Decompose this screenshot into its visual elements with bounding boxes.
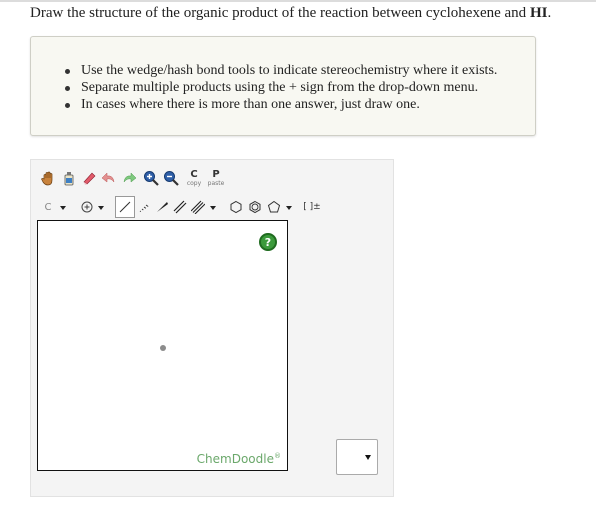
paste-button[interactable]: P paste: [207, 166, 225, 190]
product-separator-select[interactable]: [336, 439, 378, 475]
question-prefix: Draw the structure of the organic produc…: [30, 5, 530, 21]
hand-pan-icon[interactable]: [39, 168, 57, 188]
question-suffix: .: [547, 5, 552, 21]
element-carbon-button[interactable]: C: [39, 197, 57, 217]
instruction-item: In cases where there is more than one an…: [63, 96, 497, 113]
question-reagent: HI: [529, 5, 548, 21]
hash-bond-tool[interactable]: [135, 197, 153, 217]
single-bond-tool[interactable]: [115, 196, 135, 218]
eraser-icon[interactable]: [80, 168, 98, 188]
charge-dropdown-icon[interactable]: [98, 206, 104, 210]
zoom-out-icon[interactable]: [162, 168, 180, 188]
question-text: Draw the structure of the organic produc…: [30, 4, 590, 22]
copy-letter: C: [190, 168, 198, 180]
instruction-item: Separate multiple products using the + s…: [63, 79, 497, 96]
paste-label: paste: [207, 179, 225, 187]
triple-bond-tool[interactable]: [189, 197, 207, 217]
element-label: C: [44, 201, 52, 213]
wedge-bond-tool[interactable]: [153, 197, 171, 217]
paste-letter: P: [212, 168, 220, 180]
drawing-canvas[interactable]: ? ChemDoodle®: [37, 220, 288, 471]
lasso-select-icon[interactable]: [60, 168, 78, 188]
element-dropdown-icon[interactable]: [60, 206, 66, 210]
brand-mark: ®: [274, 452, 281, 460]
instructions-list: Use the wedge/hash bond tools to indicat…: [63, 62, 497, 113]
top-divider: [0, 0, 596, 2]
brand-text: ChemDoodle: [196, 452, 274, 466]
copy-label: copy: [186, 179, 202, 187]
ring-dropdown-icon[interactable]: [286, 206, 292, 210]
copy-button[interactable]: C copy: [185, 166, 203, 190]
bond-dropdown-icon[interactable]: [210, 206, 216, 210]
chevron-down-icon: [365, 455, 371, 460]
help-icon[interactable]: ?: [259, 233, 277, 251]
charge-plus-icon[interactable]: [78, 197, 96, 217]
chemdoodle-brand: ChemDoodle®: [197, 452, 281, 466]
zoom-in-icon[interactable]: [142, 168, 160, 188]
cyclopentane-ring-icon[interactable]: [265, 197, 283, 217]
benzene-ring-icon[interactable]: [246, 197, 264, 217]
undo-icon[interactable]: [100, 168, 118, 188]
redo-icon[interactable]: [120, 168, 138, 188]
canvas-cursor-dot: [160, 345, 166, 351]
bracket-label: [ ]±: [303, 202, 321, 212]
instructions-panel: Use the wedge/hash bond tools to indicat…: [30, 36, 536, 136]
double-bond-tool[interactable]: [171, 197, 189, 217]
cyclohexane-ring-icon[interactable]: [227, 197, 245, 217]
bracket-tool[interactable]: [ ]±: [301, 197, 323, 217]
instruction-item: Use the wedge/hash bond tools to indicat…: [63, 62, 497, 79]
